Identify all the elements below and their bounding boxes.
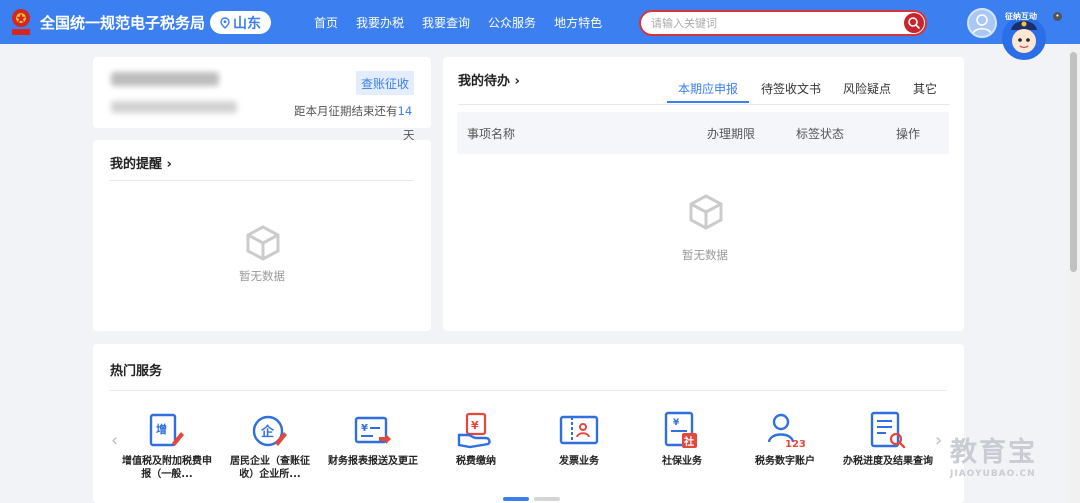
mascot-close-icon[interactable]: • (1053, 12, 1062, 21)
column-operation: 操作 (896, 127, 921, 141)
svg-text:社: 社 (683, 435, 694, 448)
svg-text:¥: ¥ (673, 418, 680, 428)
scrollbar-thumb[interactable] (1070, 52, 1077, 272)
column-deadline: 办理期限 (707, 127, 756, 141)
nav-local-feature[interactable]: 地方特色 (554, 14, 602, 31)
user-avatar[interactable] (967, 8, 997, 38)
carousel-prev-arrow[interactable]: ‹ (111, 430, 118, 451)
hot-services-title: 热门服务 (110, 364, 163, 379)
carousel-dot-active[interactable] (503, 497, 529, 501)
tab-pending-documents[interactable]: 待签收文书 (761, 80, 821, 97)
tab-current-declare[interactable]: 本期应申报 (678, 80, 738, 97)
tax-collection-badge[interactable]: 查账征收 (356, 71, 414, 95)
deadline-prefix: 距本月征期结束还有 (294, 104, 398, 118)
nav-do-tax[interactable]: 我要办税 (356, 14, 404, 31)
watermark: 教育宝 JIAOYUBAO.CN (950, 430, 1037, 479)
search-button[interactable] (904, 13, 924, 33)
tab-risk-doubts[interactable]: 风险疑点 (843, 80, 891, 97)
national-emblem-icon (12, 9, 30, 35)
service-label: 办税进度及结果查询 (843, 456, 933, 467)
service-invoice[interactable]: 发票业务 (534, 411, 624, 468)
service-label: 居民企业（查账征收）企业所... (230, 456, 310, 480)
hot-services-divider (110, 390, 946, 391)
redacted-company-name (111, 72, 219, 86)
svg-text:123: 123 (785, 439, 805, 450)
hot-services-card (93, 344, 964, 503)
location-pin-icon (220, 16, 230, 29)
active-tab-indicator (667, 101, 749, 103)
service-financial-report[interactable]: ¥ 财务报表报送及更正 (328, 411, 418, 468)
main-nav: 首页 我要办税 我要查询 公众服务 地方特色 (314, 14, 620, 31)
reminders-empty-text: 暂无数据 (239, 269, 285, 283)
mascot-text: 征纳互动 (1005, 11, 1037, 21)
region-selector[interactable]: 山东 (210, 11, 271, 34)
service-social-security[interactable]: ¥ 社 社保业务 (637, 411, 727, 468)
svg-text:企: 企 (260, 424, 275, 440)
reminders-divider (110, 180, 414, 181)
service-label: 增值税及附加税费申报（一般... (122, 456, 212, 480)
service-digital-account[interactable]: 123 税务数字账户 (740, 411, 830, 468)
progress-query-icon (870, 411, 906, 449)
carousel-dot[interactable] (534, 497, 560, 501)
column-item-name: 事项名称 (467, 127, 516, 141)
enterprise-tax-icon: 企 (252, 415, 287, 447)
search-icon (908, 17, 920, 29)
service-label: 税务数字账户 (755, 456, 815, 467)
carousel-next-arrow[interactable]: › (935, 430, 942, 451)
nav-query[interactable]: 我要查询 (422, 14, 470, 31)
svg-text:¥: ¥ (361, 423, 368, 434)
watermark-main: 教育宝 (950, 437, 1037, 468)
service-vat-declare[interactable]: 增 增值税及附加税费申报（一般... (122, 411, 212, 481)
svg-text:¥: ¥ (471, 419, 479, 432)
deadline-text: 距本月征期结束还有14 (294, 103, 412, 119)
empty-box-icon (246, 225, 280, 261)
service-label: 发票业务 (559, 456, 599, 467)
service-label: 财务报表报送及更正 (328, 456, 418, 467)
redacted-tax-id (111, 101, 237, 113)
search-input[interactable] (651, 15, 901, 32)
nav-home[interactable]: 首页 (314, 14, 338, 31)
deadline-days: 14 (397, 104, 413, 118)
reminders-title[interactable]: 我的提醒 › (110, 153, 172, 172)
svg-text:增: 增 (156, 422, 167, 436)
site-title: 全国统一规范电子税务局 (40, 14, 206, 32)
todo-tabs-divider (458, 104, 950, 105)
service-label: 社保业务 (662, 456, 702, 467)
social-security-icon: ¥ 社 (664, 411, 697, 448)
todo-empty-text: 暂无数据 (682, 248, 728, 262)
todo-table-header: 事项名称 办理期限 标签状态 操作 (457, 112, 949, 154)
invoice-icon (559, 415, 599, 445)
empty-box-icon (689, 194, 723, 230)
search-box (639, 10, 927, 36)
tab-others[interactable]: 其它 (913, 80, 937, 97)
service-progress-query[interactable]: 办税进度及结果查询 (843, 411, 933, 468)
service-tax-payment[interactable]: ¥ 税费缴纳 (431, 411, 521, 468)
todo-title[interactable]: 我的待办 › (458, 70, 520, 89)
service-label: 税费缴纳 (456, 456, 496, 467)
financial-report-icon: ¥ (354, 416, 391, 444)
mascot-icon[interactable]: 征纳互动 (1001, 8, 1047, 64)
digital-account-icon: 123 (767, 413, 805, 450)
vat-declare-icon: 增 (149, 413, 184, 447)
service-enterprise-tax[interactable]: 企 居民企业（查账征收）企业所... (225, 411, 315, 481)
region-label: 山东 (233, 15, 261, 32)
column-tag-status: 标签状态 (796, 127, 845, 141)
top-bar: 全国统一规范电子税务局 山东 首页 我要办税 我要查询 公众服务 地方特色 (0, 0, 1080, 44)
user-icon (972, 14, 992, 35)
watermark-sub: JIAOYUBAO.CN (950, 469, 1036, 479)
nav-public-service[interactable]: 公众服务 (488, 14, 536, 31)
page-scrollbar[interactable] (1068, 44, 1080, 503)
tax-payment-icon: ¥ (457, 412, 491, 449)
